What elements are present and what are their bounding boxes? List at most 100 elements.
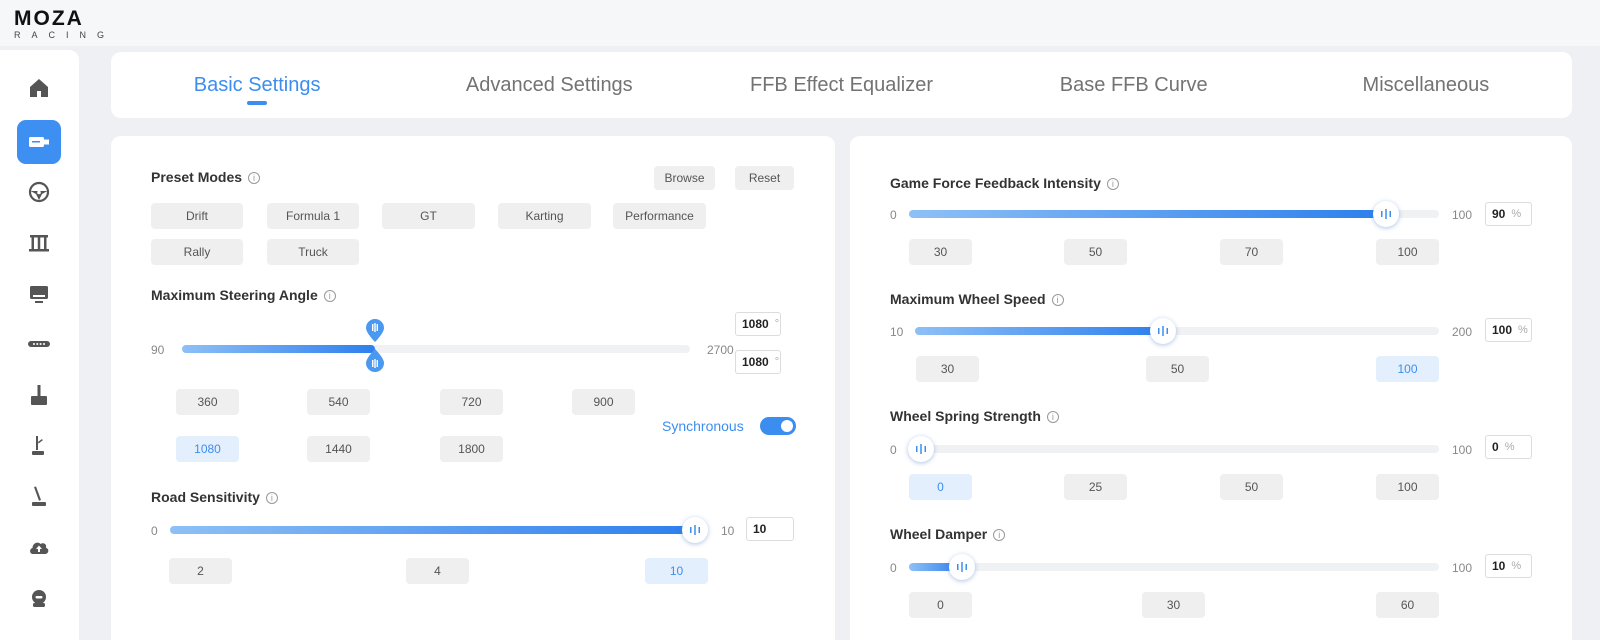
steering-angle-value-top[interactable]: 1080 ° (735, 312, 781, 336)
ffb-preset-100[interactable]: 100 (1376, 239, 1439, 265)
wheel-damper-slider[interactable] (909, 554, 1439, 580)
sidebar (0, 50, 79, 640)
steering-upper-handle[interactable] (365, 319, 385, 343)
info-icon[interactable]: i (1106, 178, 1119, 190)
ffb-intensity-value[interactable]: 90% (1485, 202, 1532, 226)
road-preset-2[interactable]: 2 (169, 558, 232, 584)
steering-preset-720[interactable]: 720 (440, 389, 503, 415)
sidebar-item-pedals[interactable] (17, 221, 61, 265)
preset-mode-rally[interactable]: Rally (151, 239, 243, 265)
wheel-speed-value[interactable]: 100% (1485, 318, 1532, 342)
ffb-preset-50[interactable]: 50 (1064, 239, 1127, 265)
road-preset-10[interactable]: 10 (645, 558, 708, 584)
damper-preset-60[interactable]: 60 (1376, 592, 1439, 618)
value-text: 90 (1492, 207, 1506, 221)
wheel-speed-label: Maximum Wheel Speed (890, 291, 1046, 307)
tab-base-ffb-curve[interactable]: Base FFB Curve (988, 64, 1280, 107)
slider-thumb[interactable] (1150, 318, 1177, 344)
damper-preset-30[interactable]: 30 (1142, 592, 1205, 618)
wheel-speed-preset-30[interactable]: 30 (916, 356, 979, 382)
steering-wheel-icon (28, 181, 50, 203)
unit-text: % (1511, 560, 1522, 572)
sidebar-item-cloud[interactable] (17, 525, 61, 569)
sidebar-item-dashboard[interactable] (17, 272, 61, 316)
info-icon[interactable]: i (993, 529, 1006, 541)
tab-basic-settings[interactable]: Basic Settings (111, 64, 403, 107)
tab-miscellaneous[interactable]: Miscellaneous (1280, 64, 1572, 107)
wheel-speed-preset-50[interactable]: 50 (1146, 356, 1209, 382)
steering-preset-1440[interactable]: 1440 (307, 436, 370, 462)
preset-mode-formula-1[interactable]: Formula 1 (267, 203, 359, 229)
preset-mode-gt[interactable]: GT (382, 203, 475, 229)
info-icon[interactable]: i (323, 290, 336, 302)
slider-thumb[interactable] (908, 436, 934, 462)
sidebar-item-wheelbase[interactable] (17, 120, 61, 164)
wheel-speed-heading: Maximum Wheel Speed i (890, 291, 1064, 307)
road-preset-4[interactable]: 4 (406, 558, 469, 584)
sidebar-item-sequential-shifter[interactable] (17, 475, 61, 519)
wheel-speed-max-label: 200 (1452, 325, 1473, 339)
damper-preset-0[interactable]: 0 (909, 592, 972, 618)
preset-mode-truck[interactable]: Truck (267, 239, 359, 265)
sidebar-item-handbrake[interactable] (17, 424, 61, 468)
spring-preset-100[interactable]: 100 (1376, 474, 1439, 500)
spring-strength-value[interactable]: 0% (1485, 435, 1532, 459)
value-text: 100 (1492, 323, 1513, 337)
info-icon[interactable]: i (1046, 411, 1059, 423)
steering-lower-handle[interactable] (365, 348, 385, 372)
preset-mode-performance[interactable]: Performance (613, 203, 706, 229)
steering-angle-label: Maximum Steering Angle (151, 287, 318, 303)
preset-mode-drift[interactable]: Drift (151, 203, 243, 229)
road-sensitivity-slider[interactable] (170, 517, 708, 543)
sidebar-item-steering-wheel[interactable] (17, 170, 61, 214)
wheel-speed-preset-100[interactable]: 100 (1376, 356, 1439, 382)
slider-fill (170, 526, 695, 534)
browse-button[interactable]: Browse (654, 166, 715, 190)
ffb-preset-70[interactable]: 70 (1220, 239, 1283, 265)
info-icon[interactable]: i (1051, 294, 1064, 306)
synchronous-toggle[interactable] (760, 417, 796, 435)
info-icon[interactable]: i (248, 172, 261, 184)
steering-angle-value-bottom[interactable]: 1080 ° (735, 350, 781, 374)
spring-preset-25[interactable]: 25 (1064, 474, 1127, 500)
wheel-damper-heading: Wheel Damper i (890, 526, 1006, 542)
info-icon[interactable]: i (265, 492, 278, 504)
steering-min-label: 90 (151, 343, 165, 357)
sidebar-item-home[interactable] (17, 66, 61, 110)
user-profile-icon (32, 590, 46, 607)
spring-preset-0[interactable]: 0 (909, 474, 972, 500)
wheel-speed-min-label: 10 (890, 325, 904, 339)
steering-preset-540[interactable]: 540 (307, 389, 370, 415)
spring-strength-label: Wheel Spring Strength (890, 408, 1041, 424)
spring-strength-heading: Wheel Spring Strength i (890, 408, 1059, 424)
slider-thumb[interactable] (682, 517, 708, 543)
synchronous-label: Synchronous (662, 418, 744, 434)
slider-fill (182, 345, 375, 353)
steering-angle-slider[interactable] (182, 345, 690, 353)
sidebar-item-profile[interactable] (17, 576, 61, 620)
steering-preset-1080[interactable]: 1080 (176, 436, 239, 462)
road-max-label: 10 (721, 524, 735, 538)
wheel-speed-slider[interactable] (915, 318, 1439, 344)
road-sensitivity-value[interactable]: 10 (746, 517, 794, 541)
sidebar-item-shifter[interactable] (17, 373, 61, 417)
ffb-intensity-slider[interactable] (909, 201, 1439, 227)
preset-mode-karting[interactable]: Karting (498, 203, 591, 229)
ffb-intensity-heading: Game Force Feedback Intensity i (890, 175, 1119, 191)
ffb-preset-30[interactable]: 30 (909, 239, 972, 265)
moza-racing-logo: MOZA RACING (14, 8, 115, 40)
slider-thumb[interactable] (1373, 201, 1399, 227)
tab-advanced-settings[interactable]: Advanced Settings (403, 64, 695, 107)
slider-thumb[interactable] (949, 554, 975, 580)
steering-preset-360[interactable]: 360 (176, 389, 239, 415)
home-icon (30, 79, 48, 97)
spring-preset-50[interactable]: 50 (1220, 474, 1283, 500)
reset-button[interactable]: Reset (735, 166, 794, 190)
spring-strength-slider[interactable] (908, 436, 1439, 462)
steering-preset-1800[interactable]: 1800 (440, 436, 503, 462)
wheel-damper-value[interactable]: 10% (1485, 554, 1532, 578)
steering-preset-900[interactable]: 900 (572, 389, 635, 415)
sidebar-item-led-bar[interactable] (17, 322, 61, 366)
location-pin-icon (366, 319, 384, 342)
tab-ffb-effect-equalizer[interactable]: FFB Effect Equalizer (695, 64, 987, 107)
